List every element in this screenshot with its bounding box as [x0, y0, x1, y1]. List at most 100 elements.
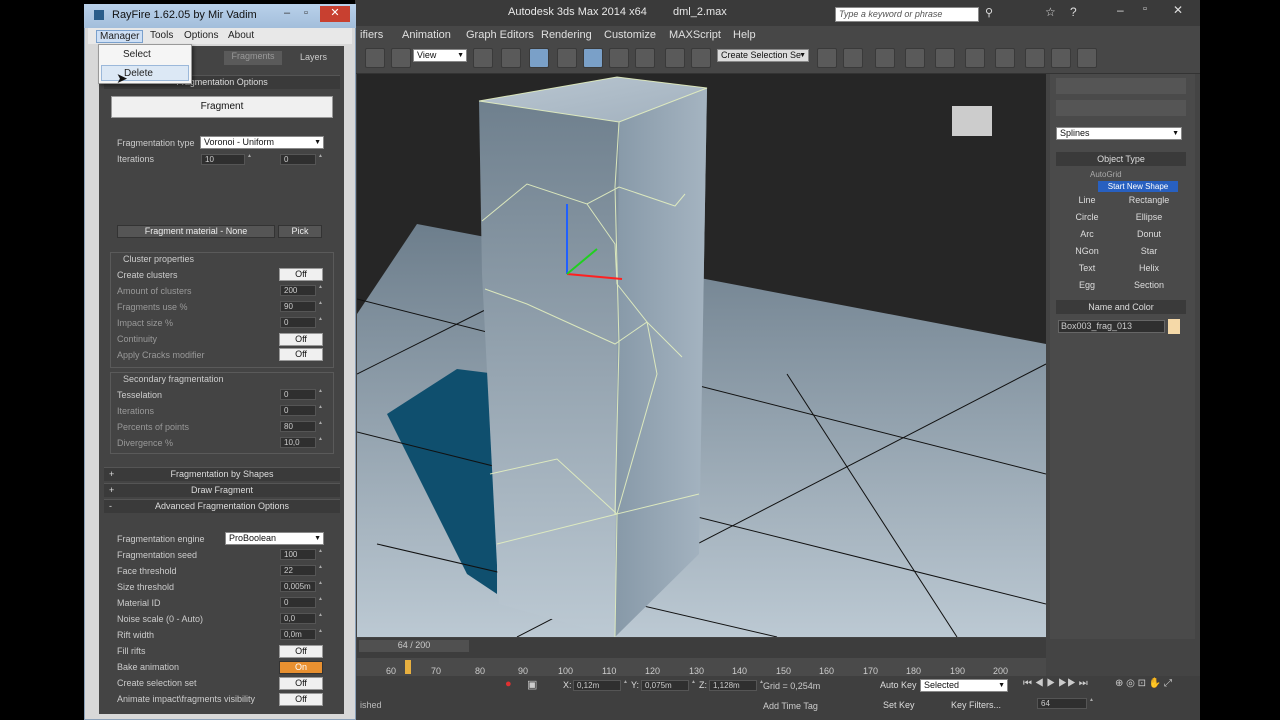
- star-button[interactable]: Star: [1120, 244, 1178, 258]
- menu-item-modifiers[interactable]: ifiers: [360, 29, 383, 41]
- layer-manager-icon[interactable]: [875, 48, 895, 68]
- fragment-material-button[interactable]: Fragment material - None: [117, 225, 275, 238]
- mirror-icon[interactable]: [817, 48, 837, 68]
- viewport-nav-icons[interactable]: ⊕ ◎ ⊡ ✋ ⤢: [1115, 678, 1172, 689]
- menu-item-graph-editors[interactable]: Graph Editors: [466, 29, 534, 41]
- key-filters-button[interactable]: Key Filters...: [951, 700, 1001, 710]
- menu-item-select[interactable]: Select: [101, 47, 189, 63]
- current-frame-field[interactable]: 64: [1037, 696, 1094, 709]
- menu-item-rendering[interactable]: Rendering: [541, 29, 592, 41]
- apply-cracks-toggle[interactable]: Off: [279, 348, 323, 361]
- minimize-icon[interactable]: –: [1117, 3, 1124, 17]
- create-category-icons[interactable]: [1056, 100, 1186, 116]
- object-name-field[interactable]: Box003_frag_013: [1058, 320, 1165, 333]
- auto-key-button[interactable]: Auto Key: [880, 680, 917, 690]
- rayfire-title-bar[interactable]: RayFire 1.62.05 by Mir Vadim – ▫ ✕: [84, 4, 356, 28]
- percents-points-spinner[interactable]: 80: [280, 419, 323, 432]
- arc-button[interactable]: Arc: [1058, 227, 1116, 241]
- divergence-spinner[interactable]: 10,0: [280, 435, 323, 448]
- rayfire-maximize-icon[interactable]: ▫: [304, 7, 308, 19]
- circle-button[interactable]: Circle: [1058, 210, 1116, 224]
- playback-controls[interactable]: ⏮ ◀ ▶ ▶▶ ⏭: [1023, 678, 1088, 689]
- menu-item-animation[interactable]: Animation: [402, 29, 451, 41]
- x-coord-field[interactable]: 0,12m: [573, 678, 628, 691]
- close-icon[interactable]: ✕: [1173, 3, 1183, 17]
- fill-rifts-toggle[interactable]: Off: [279, 645, 323, 658]
- rayfire-close-icon[interactable]: ✕: [320, 6, 350, 22]
- ngon-button[interactable]: NGon: [1058, 244, 1116, 258]
- menu-options[interactable]: Options: [184, 30, 218, 41]
- helix-button[interactable]: Helix: [1120, 261, 1178, 275]
- pivot-icon[interactable]: [473, 48, 493, 68]
- add-time-tag[interactable]: Add Time Tag: [763, 701, 818, 711]
- pin-icon[interactable]: ●: [505, 678, 512, 690]
- continuity-toggle[interactable]: Off: [279, 333, 323, 346]
- tesselation-spinner[interactable]: 0: [280, 387, 323, 400]
- curve-editor-icon[interactable]: [935, 48, 955, 68]
- set-key-button[interactable]: Set Key: [883, 700, 915, 710]
- fragment-button[interactable]: Fragment: [111, 96, 333, 118]
- create-clusters-toggle[interactable]: Off: [279, 268, 323, 281]
- create-selection-set-toggle[interactable]: Off: [279, 677, 323, 690]
- frag-type-dropdown[interactable]: Voronoi - Uniform: [200, 136, 324, 149]
- category-dropdown[interactable]: Splines: [1056, 127, 1182, 140]
- mirror-tool-icon[interactable]: [691, 48, 711, 68]
- menu-item-customize[interactable]: Customize: [604, 29, 656, 41]
- snap-3-icon[interactable]: [557, 48, 577, 68]
- select-object-icon[interactable]: [391, 48, 411, 68]
- teapot-render-icon[interactable]: [1077, 48, 1097, 68]
- frag-by-shapes-rollout[interactable]: + Fragmentation by Shapes: [104, 467, 340, 481]
- draw-fragment-rollout[interactable]: + Draw Fragment: [104, 483, 340, 497]
- binoculars-icon[interactable]: ⚲: [985, 6, 993, 19]
- lock-icon[interactable]: ▣: [527, 678, 537, 691]
- section-button[interactable]: Section: [1120, 278, 1178, 292]
- selected-dropdown[interactable]: Selected: [920, 679, 1008, 692]
- animate-impact-toggle[interactable]: Off: [279, 693, 323, 706]
- menu-tools[interactable]: Tools: [150, 30, 173, 41]
- tab-layers[interactable]: Layers: [300, 52, 340, 66]
- graphite-icon[interactable]: [905, 48, 925, 68]
- impact-size-spinner[interactable]: 0: [280, 315, 323, 328]
- render-setup-icon[interactable]: [995, 48, 1015, 68]
- advanced-options-rollout[interactable]: - Advanced Fragmentation Options: [104, 499, 340, 513]
- edit-named-sel-icon[interactable]: [665, 48, 685, 68]
- frame-counter[interactable]: 64 / 200: [359, 640, 469, 652]
- spinner-snap-icon[interactable]: [635, 48, 655, 68]
- fragments-use-spinner[interactable]: 90: [280, 299, 323, 312]
- noise-scale-spinner[interactable]: 0,0: [280, 611, 323, 624]
- name-and-color-rollout[interactable]: Name and Color: [1056, 300, 1186, 314]
- menu-item-maxscript[interactable]: MAXScript: [669, 29, 721, 41]
- menu-about[interactable]: About: [228, 30, 254, 41]
- move-icon[interactable]: [501, 48, 521, 68]
- size-threshold-spinner[interactable]: 0,005m: [280, 579, 323, 592]
- material-id-spinner[interactable]: 0: [280, 595, 323, 608]
- text-button[interactable]: Text: [1058, 261, 1116, 275]
- percent-snap-icon[interactable]: [609, 48, 629, 68]
- engine-dropdown[interactable]: ProBoolean: [225, 532, 324, 545]
- rendered-frame-icon[interactable]: [1025, 48, 1045, 68]
- rectangle-button[interactable]: Rectangle: [1120, 193, 1178, 207]
- seed-spinner[interactable]: 100: [280, 547, 323, 560]
- rift-width-spinner[interactable]: 0,0m: [280, 627, 323, 640]
- amount-clusters-spinner[interactable]: 200: [280, 283, 323, 296]
- bake-animation-toggle[interactable]: On: [279, 661, 323, 674]
- reference-coord-dropdown[interactable]: View: [413, 49, 467, 62]
- material-editor-icon[interactable]: [965, 48, 985, 68]
- select-and-link-icon[interactable]: [529, 48, 549, 68]
- line-button[interactable]: Line: [1058, 193, 1116, 207]
- render-icon[interactable]: [1051, 48, 1071, 68]
- rayfire-minimize-icon[interactable]: –: [284, 7, 290, 19]
- start-new-shape-toggle[interactable]: Start New Shape: [1098, 181, 1178, 192]
- donut-button[interactable]: Donut: [1120, 227, 1178, 241]
- command-panel-tabs[interactable]: [1056, 78, 1186, 94]
- object-color-swatch[interactable]: [1168, 319, 1180, 334]
- redo-icon[interactable]: [365, 48, 385, 68]
- time-cursor[interactable]: [405, 660, 411, 674]
- angle-snap-icon[interactable]: [583, 48, 603, 68]
- face-threshold-spinner[interactable]: 22: [280, 563, 323, 576]
- ellipse-button[interactable]: Ellipse: [1120, 210, 1178, 224]
- menu-item-help[interactable]: Help: [733, 29, 756, 41]
- z-coord-field[interactable]: 1,128m: [709, 678, 764, 691]
- star-icon[interactable]: ☆: [1045, 5, 1056, 19]
- tab-fragments[interactable]: Fragments: [224, 51, 282, 65]
